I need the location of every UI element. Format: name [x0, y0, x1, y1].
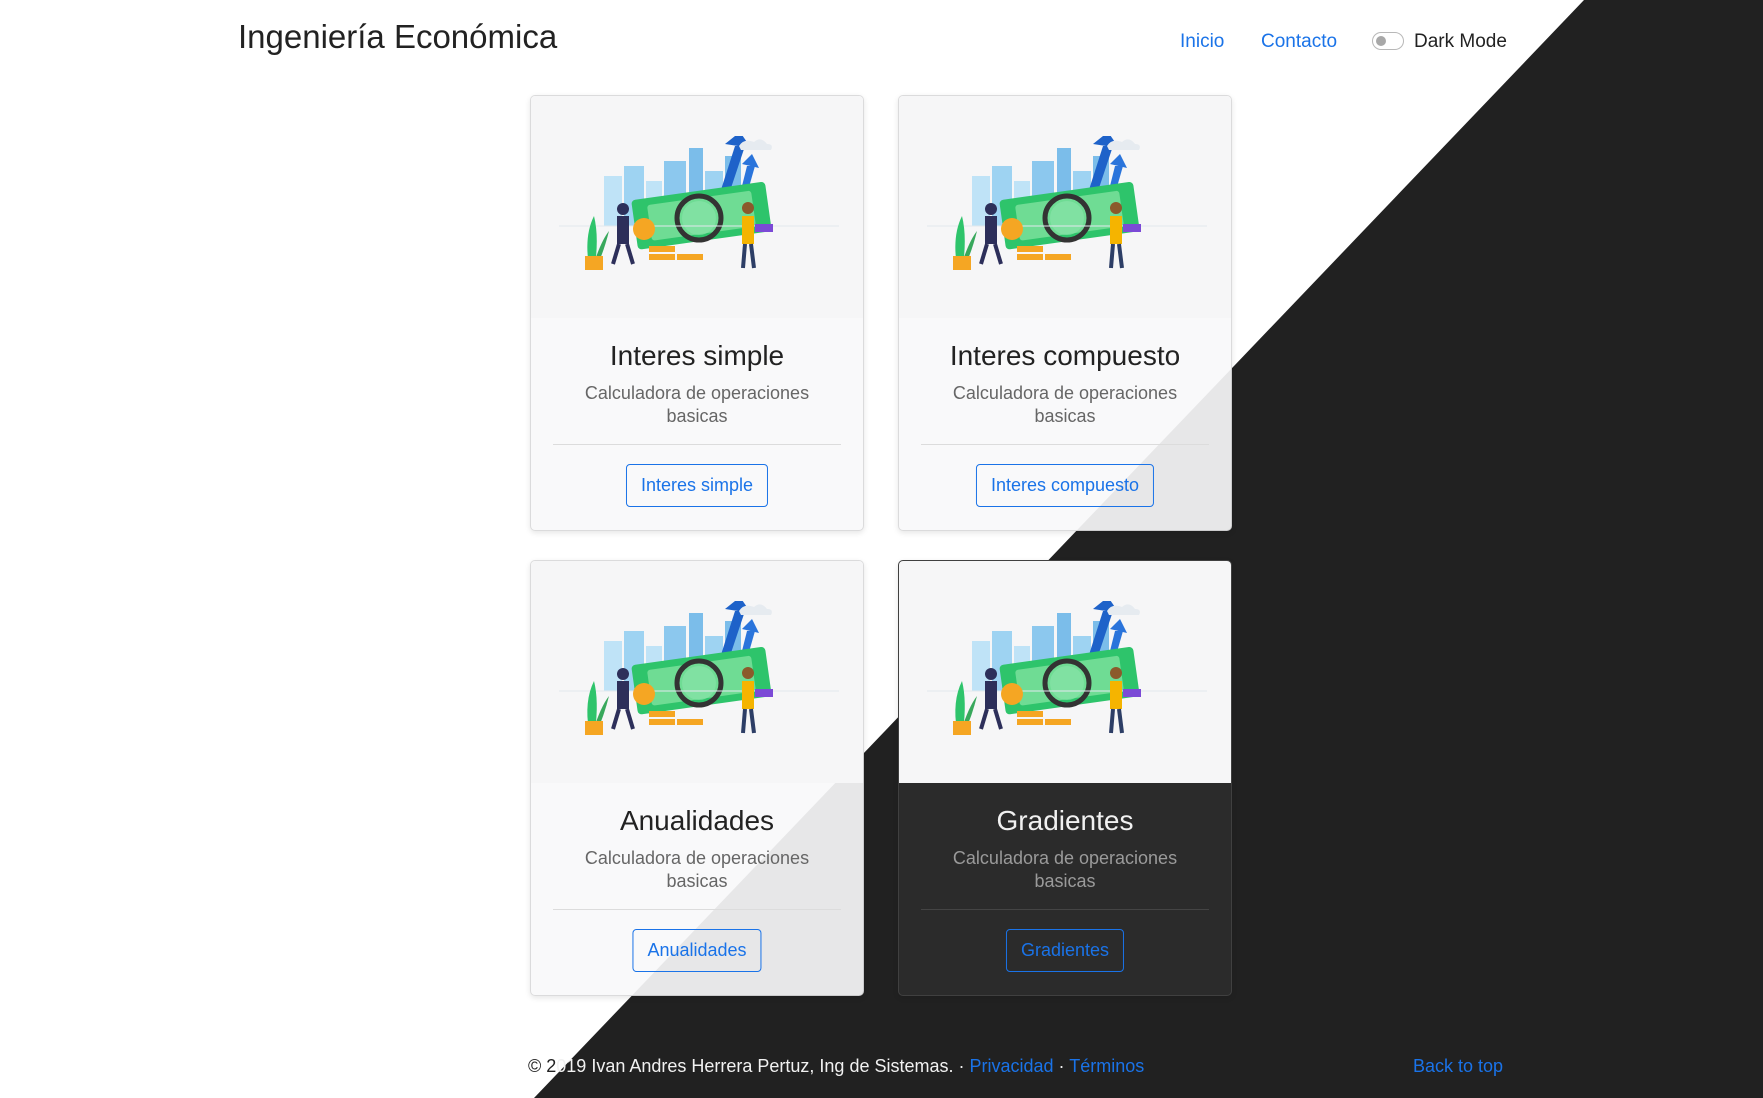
card-title: Anualidades [619, 805, 775, 836]
dark-mode-toggle[interactable] [1372, 32, 1404, 50]
nav-link-inicio[interactable]: Inicio [1180, 31, 1224, 53]
page-canvas: Ingeniería Económica Inicio Contacto Dar… [0, 0, 1763, 1098]
card-title: Interes compuesto [949, 340, 1181, 371]
card-anualidades: Anualidades Calculadora de operaciones b… [530, 560, 864, 996]
card-divider [921, 909, 1209, 910]
card-subtitle: Calculadora de operaciones basicas [952, 383, 1178, 426]
card-illustration [899, 96, 1231, 318]
card-illustration [899, 561, 1231, 783]
copyright-prefix: © 2 [528, 1056, 557, 1076]
finance-illustration-icon [559, 601, 839, 735]
copyright-text: 019 Ivan Andres Herrera Pertuz, Ing de S… [556, 1056, 970, 1076]
back-to-top-link[interactable]: Back to top [1413, 1056, 1503, 1077]
terms-link[interactable]: Términos [1069, 1056, 1144, 1076]
gradientes-button[interactable]: Gradientes [1005, 929, 1125, 972]
card-subtitle: Calculadora de operaciones basicas [952, 848, 1178, 891]
card-divider [921, 444, 1209, 445]
finance-illustration-icon [559, 136, 839, 270]
card-divider [553, 444, 841, 445]
card-gradientes: Gradientes Calculadora de operaciones ba… [898, 560, 1232, 996]
footer-copyright: © 2019 Ivan Andres Herrera Pertuz, Ing d… [528, 1056, 1144, 1077]
anualidades-button[interactable]: Anualidades [632, 929, 762, 972]
card-divider [553, 909, 841, 910]
finance-illustration-icon [927, 136, 1207, 270]
card-interes-compuesto: Interes compuesto Calculadora de operaci… [898, 95, 1232, 531]
card-illustration [531, 561, 863, 783]
card-subtitle: Calculadora de operaciones basicas [584, 848, 810, 891]
card-title: Gradientes [996, 805, 1134, 836]
footer-separator: · [1053, 1056, 1070, 1076]
card-interes-simple: Interes simple Calculadora de operacione… [530, 95, 864, 531]
card-title: Interes simple [609, 340, 785, 371]
finance-illustration-icon [927, 601, 1207, 735]
toggle-knob [1376, 36, 1386, 46]
card-illustration [531, 96, 863, 318]
brand-title[interactable]: Ingeniería Económica [238, 18, 557, 56]
card-subtitle: Calculadora de operaciones basicas [584, 383, 810, 426]
dark-mode-label: Dark Mode [1414, 31, 1507, 52]
privacy-link[interactable]: Privacidad [969, 1056, 1053, 1076]
interes-compuesto-button[interactable]: Interes compuesto [975, 464, 1155, 507]
dark-mode-diagonal-overlay [534, 0, 1763, 1098]
interes-simple-button[interactable]: Interes simple [625, 464, 769, 507]
nav-link-contacto[interactable]: Contacto [1261, 31, 1337, 53]
